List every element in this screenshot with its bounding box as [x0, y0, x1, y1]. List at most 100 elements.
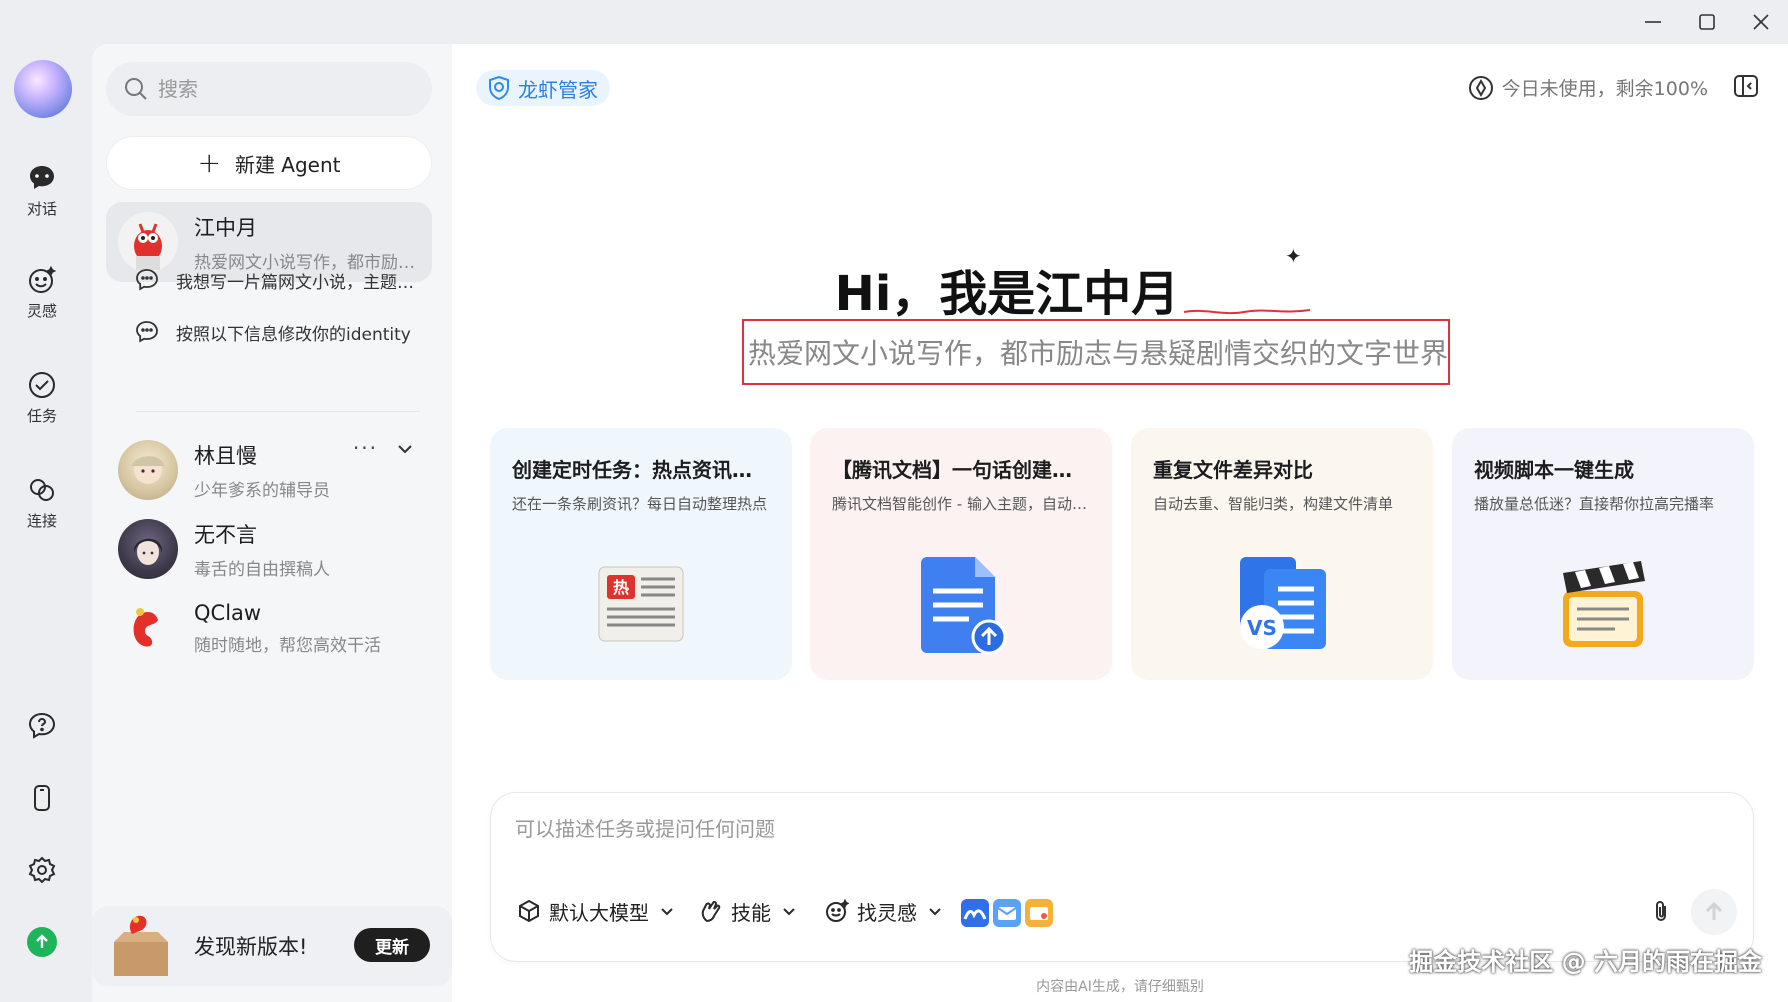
calendar-app-icon[interactable]: [1025, 899, 1053, 927]
agent-name: QClaw: [194, 600, 262, 625]
more-icon[interactable]: ···: [353, 436, 378, 460]
agent-desc: 少年爹系的辅导员: [194, 480, 330, 501]
toggle-panel-button[interactable]: [1732, 72, 1760, 104]
underline-decoration: [1183, 309, 1311, 315]
help-icon: [26, 710, 58, 742]
maximize-button[interactable]: [1680, 0, 1734, 44]
update-card: 发现新版本! 更新: [92, 906, 452, 986]
window-controls: [1626, 0, 1788, 44]
inspiration-select[interactable]: 找灵感: [825, 893, 943, 929]
hero-subtitle-highlight: 热爱网文小说写作，都市励志与悬疑剧情交织的文字世界: [742, 319, 1450, 385]
search-icon: [125, 78, 147, 100]
agent-sidebar: + 新建 Agent 江中月 热爱网文小说写作，都市励志与悬疑剧情交织的文字世界…: [92, 44, 452, 1002]
model-select[interactable]: 默认大模型: [517, 893, 675, 929]
search-box[interactable]: [106, 62, 432, 116]
chat-icon: [136, 321, 158, 343]
watermark: 掘金技术社区 @ 六月的雨在掘金: [1409, 948, 1762, 976]
quota-status: 今日未使用，剩余100%: [1468, 74, 1708, 101]
upgrade-indicator[interactable]: [27, 927, 57, 957]
smile-sparkle-icon: [26, 264, 58, 296]
maximize-icon: [1699, 14, 1715, 30]
arrow-up-icon: [1705, 901, 1723, 920]
sparkle-icon: ✦: [1285, 244, 1302, 268]
agent-avatar: [118, 440, 178, 500]
left-rail: 对话 灵感 任务 连接: [0, 0, 92, 1002]
plus-icon: +: [197, 146, 221, 179]
card-title: 重复文件差异对比: [1153, 458, 1313, 482]
agent-item-linqieman[interactable]: 林且慢 少年爹系的辅导员 ···: [106, 430, 432, 510]
compass-icon: [1468, 75, 1493, 100]
rail-item-chat[interactable]: 对话: [0, 162, 84, 219]
chevron-down-icon: [783, 908, 795, 916]
help-button[interactable]: [0, 710, 84, 742]
suggestion-card-tencent-docs[interactable]: 【腾讯文档】一句话创建文档 腾讯文档智能创作 - 输入主题，自动生成: [810, 428, 1112, 680]
phone-icon: [26, 782, 58, 814]
cube-icon: [519, 899, 539, 923]
sidebar-divider: [136, 411, 420, 412]
agent-name: 无不言: [194, 522, 257, 547]
tencent-mail-icon[interactable]: [993, 899, 1021, 927]
gift-box-icon: [106, 912, 176, 980]
card-title: 创建定时任务：热点资讯日报: [512, 458, 770, 482]
arrow-up-icon: [36, 934, 48, 948]
hero-title: Hi，我是江中月: [834, 266, 1180, 322]
suggestion-card-video-script[interactable]: 视频脚本一键生成 播放量总低迷？直接帮你拉高完播率: [1452, 428, 1754, 680]
card-desc: 自动去重、智能归类，构建文件清单: [1153, 495, 1394, 513]
agent-item-qclaw[interactable]: QClaw 随时随地，帮您高效干活: [106, 588, 432, 668]
send-button[interactable]: [1691, 889, 1737, 935]
suggestion-card-file-compare[interactable]: 重复文件差异对比 自动去重、智能归类，构建文件清单 VS: [1131, 428, 1433, 680]
conversation-title: 我想写一片篇网文小说，主题是都市励志: [176, 272, 424, 293]
attach-button[interactable]: [1649, 899, 1675, 929]
brand-badge[interactable]: 龙虾管家: [476, 70, 610, 106]
rail-label: 对话: [26, 200, 57, 218]
prompt-input[interactable]: [515, 813, 1515, 853]
agent-desc: 随时随地，帮您高效干活: [194, 635, 381, 656]
close-icon: [1753, 14, 1769, 30]
clapperboard-icon: [1452, 548, 1754, 658]
rail-label: 灵感: [26, 302, 57, 320]
rail-label: 任务: [26, 407, 57, 425]
skills-select[interactable]: 技能: [699, 893, 797, 929]
document-icon: [810, 548, 1112, 658]
close-button[interactable]: [1734, 0, 1788, 44]
link-icon: [26, 474, 58, 506]
chat-bubble-icon: [26, 162, 58, 194]
hero-subtitle: 热爱网文小说写作，都市励志与悬疑剧情交织的文字世界: [748, 337, 1449, 370]
card-desc: 腾讯文档智能创作 - 输入主题，自动生成: [832, 495, 1090, 513]
chat-icon: [136, 269, 158, 291]
suggestion-card-hot-news[interactable]: 创建定时任务：热点资讯日报 还在一条条刷资讯？每日自动整理热点 热: [490, 428, 792, 680]
chevron-down-icon[interactable]: [396, 440, 414, 458]
conversation-title: 按照以下信息修改你的identity: [176, 324, 411, 345]
brand-label: 龙虾管家: [518, 77, 598, 102]
skills-label: 技能: [731, 900, 771, 925]
svg-text:VS: VS: [1247, 616, 1277, 640]
agent-avatar: [118, 519, 178, 579]
user-avatar[interactable]: [14, 60, 72, 118]
main-panel: 龙虾管家 今日未使用，剩余100% Hi，我是江中月 ✦ 热爱网文小说写作，都市…: [452, 44, 1788, 1002]
minimize-icon: [1645, 21, 1661, 23]
rail-item-connections[interactable]: 连接: [0, 474, 84, 531]
panel-icon: [1734, 75, 1758, 97]
settings-button[interactable]: [0, 854, 84, 886]
rail-item-inspiration[interactable]: 灵感: [0, 264, 84, 321]
mobile-button[interactable]: [0, 782, 84, 814]
rail-label: 连接: [26, 512, 57, 530]
conversation-item[interactable]: 按照以下信息修改你的identity: [134, 310, 424, 354]
svg-text:热: 热: [613, 578, 629, 597]
agent-desc: 毒舌的自由撰稿人: [194, 559, 330, 580]
agent-item-wubuyan[interactable]: 无不言 毒舌的自由撰稿人: [106, 509, 432, 589]
file-compare-icon: VS: [1131, 548, 1433, 658]
update-text: 发现新版本!: [194, 935, 308, 959]
new-agent-button[interactable]: + 新建 Agent: [106, 136, 432, 190]
conversation-item[interactable]: 我想写一片篇网文小说，主题是都市励志: [134, 258, 424, 302]
update-button[interactable]: 更新: [354, 928, 430, 962]
smile-sparkle-icon: [826, 899, 849, 922]
minimize-button[interactable]: [1626, 0, 1680, 44]
hand-icon: [701, 900, 721, 923]
card-desc: 还在一条条刷资讯？每日自动整理热点: [512, 495, 768, 513]
search-input[interactable]: [158, 77, 398, 101]
paperclip-icon: [1656, 901, 1666, 921]
quota-text: 今日未使用，剩余100%: [1501, 78, 1708, 100]
rail-item-tasks[interactable]: 任务: [0, 369, 84, 426]
tencent-meeting-icon[interactable]: [961, 899, 989, 927]
